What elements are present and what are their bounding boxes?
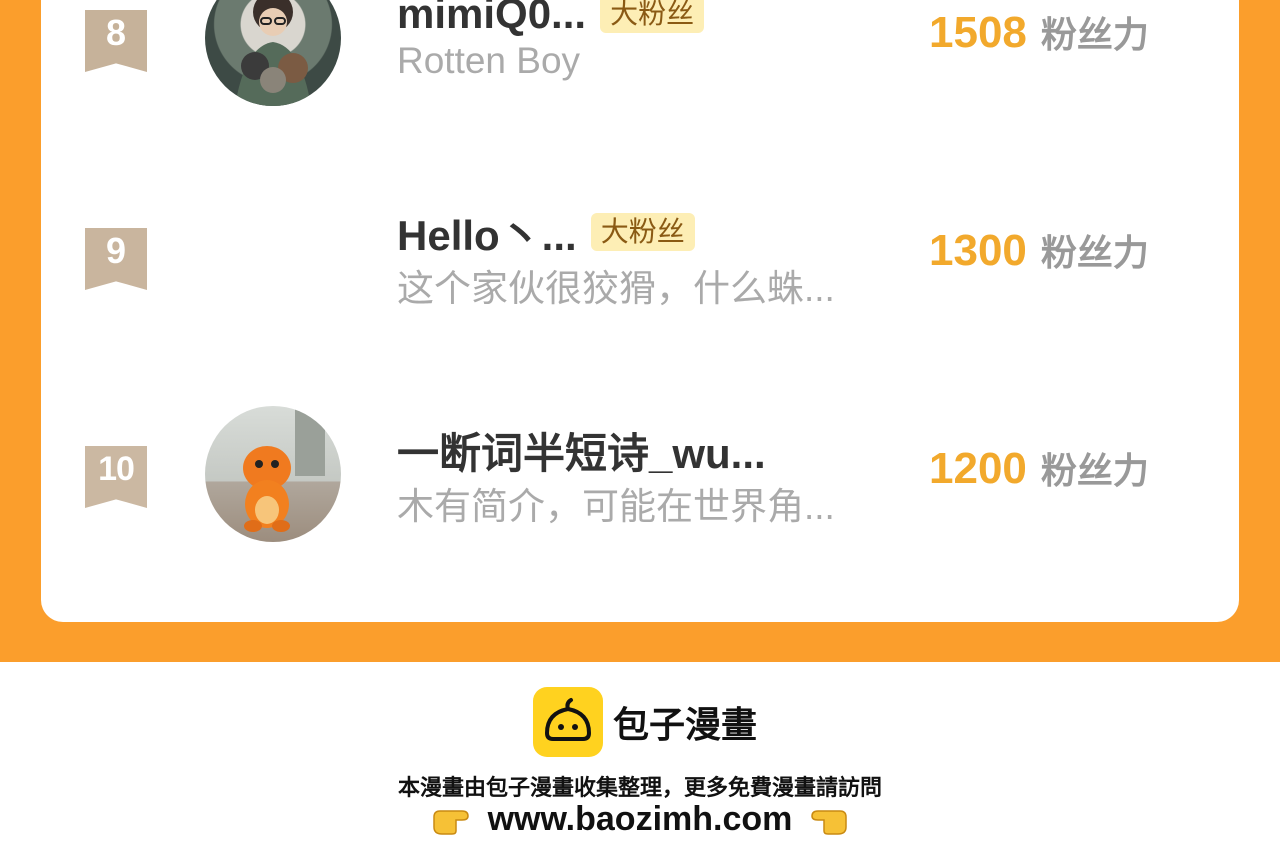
pointing-left-hand-icon bbox=[811, 809, 848, 835]
footer-note: 本漫畫由包子漫畫收集整理，更多免費漫畫請訪問 bbox=[397, 776, 882, 801]
fan-power-unit: 粉丝力 bbox=[1040, 451, 1149, 492]
name-line: 一断词半短诗_wu... bbox=[397, 422, 766, 478]
rank-ribbon: 8 bbox=[85, 10, 147, 72]
baozi-logo-icon bbox=[533, 687, 603, 757]
name-line: Hello丶... 大粉丝 bbox=[397, 204, 695, 260]
baozi-icon bbox=[544, 698, 592, 741]
pointing-right-hand-icon bbox=[432, 809, 469, 835]
avatar[interactable] bbox=[205, 0, 341, 106]
ranking-row[interactable]: 8 mimiQ0... 大粉丝 Rotten Boy 1508 粉丝力 bbox=[41, 0, 1239, 108]
ranking-row[interactable]: 9 Hello丶... 大粉丝 这个家伙很狡猾，什么蛛... 1300 粉丝力 bbox=[41, 176, 1239, 326]
big-fan-badge: 大粉丝 bbox=[590, 213, 695, 251]
orange-frame: 8 mimiQ0... 大粉丝 Rotten Boy 1508 粉丝力 9 He… bbox=[0, 0, 1280, 662]
rank-ribbon: 10 bbox=[85, 446, 147, 508]
user-bio: Rotten Boy bbox=[397, 40, 581, 81]
fan-power: 1508 粉丝力 bbox=[929, 6, 1149, 58]
name-line: mimiQ0... 大粉丝 bbox=[397, 0, 705, 42]
fan-power: 1200 粉丝力 bbox=[929, 442, 1149, 494]
fan-power-unit: 粉丝力 bbox=[1040, 15, 1149, 56]
fan-power: 1300 粉丝力 bbox=[929, 224, 1149, 276]
big-fan-badge: 大粉丝 bbox=[600, 0, 705, 33]
rank-ribbon: 9 bbox=[85, 228, 147, 290]
fan-power-value: 1300 bbox=[929, 226, 1027, 275]
fan-power-value: 1508 bbox=[929, 8, 1027, 57]
avatar-illustration bbox=[243, 406, 325, 532]
ranking-row[interactable]: 10 一断词半短诗_wu... 木有简介，可能在世界角... 1200 粉丝力 bbox=[41, 394, 1239, 544]
brand-row[interactable]: 包子漫畫 bbox=[533, 687, 757, 757]
avatar[interactable] bbox=[205, 406, 341, 542]
user-name[interactable]: Hello丶... bbox=[397, 202, 577, 263]
brand-name: 包子漫畫 bbox=[613, 705, 758, 746]
url-row[interactable]: www.baozimh.com bbox=[0, 800, 1280, 839]
user-name[interactable]: mimiQ0... bbox=[397, 0, 586, 38]
fan-power-value: 1200 bbox=[929, 444, 1027, 493]
fan-power-unit: 粉丝力 bbox=[1040, 233, 1149, 274]
fan-ranking-card: 8 mimiQ0... 大粉丝 Rotten Boy 1508 粉丝力 9 He… bbox=[41, 0, 1239, 622]
site-url-link[interactable]: www.baozimh.com bbox=[488, 800, 793, 839]
user-bio: 这个家伙很狡猾，什么蛛... bbox=[397, 268, 835, 309]
avatar-illustration bbox=[235, 0, 311, 106]
user-bio: 木有简介，可能在世界角... bbox=[397, 486, 835, 527]
footer: 包子漫畫 本漫畫由包子漫畫收集整理，更多免費漫畫請訪問 www.baozimh.… bbox=[0, 662, 1280, 864]
user-name[interactable]: 一断词半短诗_wu... bbox=[397, 420, 766, 481]
